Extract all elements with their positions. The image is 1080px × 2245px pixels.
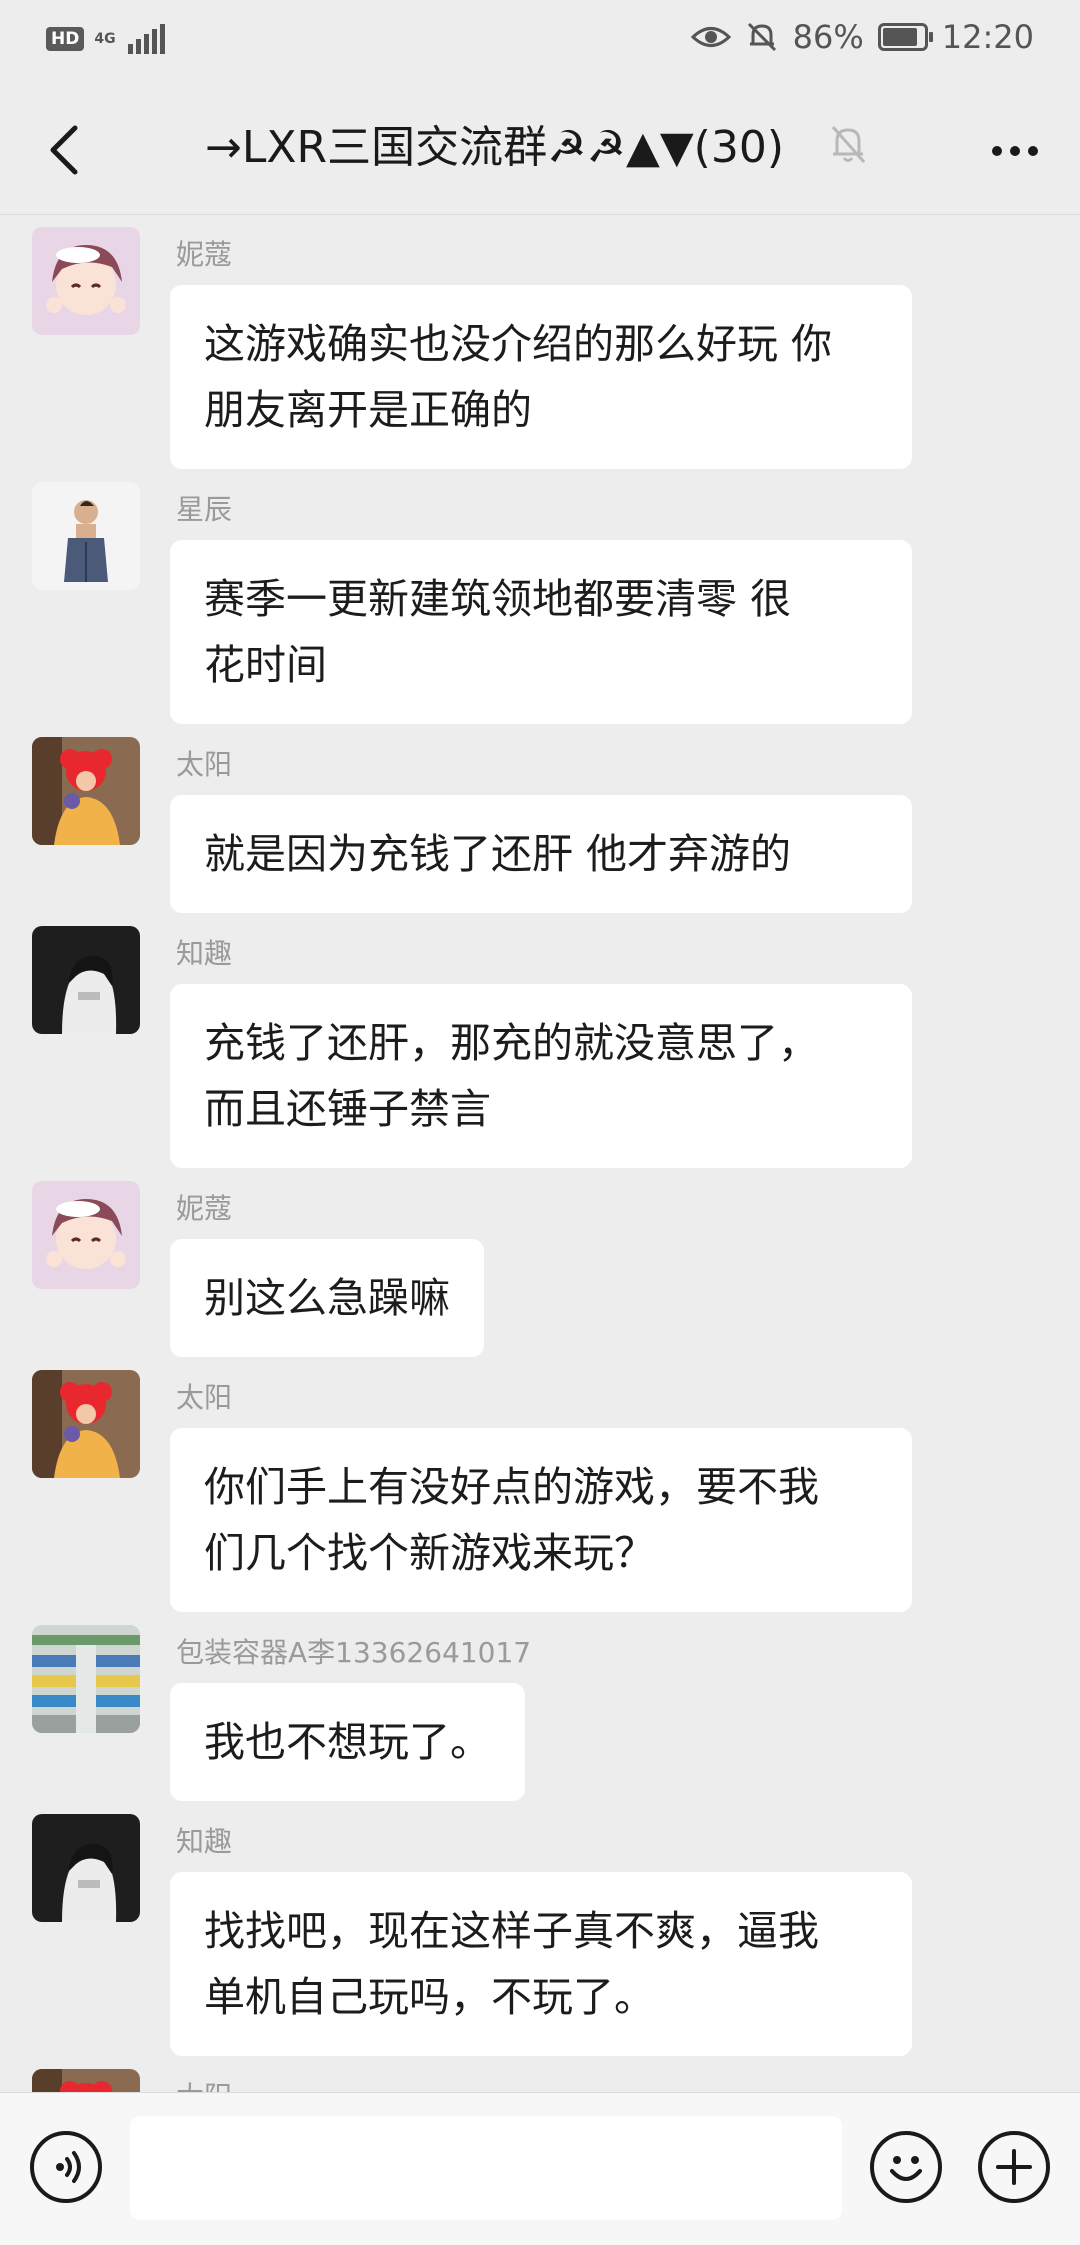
voice-icon [56, 2151, 81, 2183]
mute-notification-icon [747, 22, 776, 52]
more-functions-button[interactable] [978, 2131, 1050, 2203]
voice-button[interactable] [30, 2131, 102, 2203]
red-hair-avatar-icon [32, 737, 140, 845]
sender-name: 包装容器A李13362641017 [176, 1636, 532, 1669]
avatar[interactable] [32, 926, 140, 1034]
child-photo-avatar-icon [32, 482, 140, 590]
sender-name: 妮蔻 [176, 238, 233, 271]
battery-percent: 86% [792, 18, 864, 56]
status-bar: HD 4G 86% 12:20 [0, 0, 1080, 86]
avatar[interactable] [32, 1181, 140, 1289]
message-line: 赛季一更新建筑领地都要清零 很 [204, 575, 792, 623]
message-bubble[interactable]: 这游戏确实也没介绍的那么好玩 你 朋友离开是正确的 [170, 285, 912, 469]
more-options-button[interactable] [980, 116, 1050, 186]
message-bubble[interactable]: 你们手上有没好点的游戏，要不我 们几个找个新游戏来玩？ [170, 1428, 912, 1612]
message-line: 别这么急躁嘛 [204, 1274, 450, 1322]
message-bubble[interactable]: 赛季一更新建筑领地都要清零 很 花时间 [170, 540, 912, 724]
dark-photo-avatar-icon [32, 1814, 140, 1922]
sender-name: 星辰 [176, 493, 233, 526]
input-bar [0, 2092, 1080, 2245]
avatar[interactable] [32, 1814, 140, 1922]
anime-girl-avatar-icon [32, 1181, 140, 1289]
message-line: 找找吧，现在这样子真不爽，逼我 [204, 1907, 819, 1955]
sender-name: 太阳 [176, 748, 233, 781]
red-hair-avatar-icon [32, 1370, 140, 1478]
avatar[interactable] [32, 227, 140, 335]
chat-header: →LXR三国交流群☭☭▲▼(30) [0, 86, 1080, 214]
avatar[interactable] [32, 1370, 140, 1478]
message-line: 就是因为充钱了还肝 他才弃游的 [204, 830, 792, 878]
eye-icon [690, 27, 731, 47]
red-hair-avatar-icon [32, 2069, 140, 2092]
message-bubble[interactable]: 我也不想玩了。 [170, 1683, 525, 1801]
message-line: 这游戏确实也没介绍的那么好玩 你 [204, 320, 833, 368]
message-bubble[interactable]: 充钱了还肝，那充的就没意思了， 而且还锤子禁言 [170, 984, 912, 1168]
back-button[interactable] [30, 110, 100, 190]
mute-status [828, 122, 878, 178]
avatar[interactable] [32, 737, 140, 845]
muted-bell-icon [831, 126, 866, 163]
message-line: 们几个找个新游戏来玩？ [204, 1529, 655, 1577]
message-line: 而且还锤子禁言 [204, 1085, 491, 1133]
sender-name: 太阳 [176, 2075, 232, 2092]
battery-level [882, 28, 917, 46]
dark-photo-avatar-icon [32, 926, 140, 1034]
more-dots-icon [992, 146, 1002, 156]
warehouse-photo-avatar-icon [32, 1625, 140, 1733]
message-line: 朋友离开是正确的 [204, 386, 532, 434]
sender-name: 妮蔻 [176, 1192, 233, 1225]
sender-name: 太阳 [176, 1381, 233, 1414]
plus-icon [996, 2149, 1032, 2185]
message-input[interactable] [130, 2116, 842, 2220]
signal-icon [127, 24, 165, 54]
anime-girl-avatar-icon [32, 227, 140, 335]
message-line: 单机自己玩吗，不玩了。 [204, 1973, 655, 2021]
back-arrow-icon [50, 125, 78, 175]
avatar[interactable] [32, 482, 140, 590]
message-line: 花时间 [204, 641, 327, 689]
message-line: 充钱了还肝，那充的就没意思了， [204, 1019, 819, 1067]
avatar[interactable] [32, 1625, 140, 1733]
message-bubble[interactable]: 就是因为充钱了还肝 他才弃游的 [170, 795, 912, 913]
sender-name: 知趣 [176, 1825, 233, 1858]
chat-title: →LXR三国交流群☭☭▲▼(30) [205, 122, 784, 173]
message-line: 你们手上有没好点的游戏，要不我 [204, 1463, 819, 1511]
message-bubble[interactable]: 别这么急躁嘛 [170, 1239, 484, 1357]
sender-name: 知趣 [176, 937, 233, 970]
hd-badge: HD [46, 27, 85, 51]
emoji-icon [890, 2156, 922, 2181]
avatar[interactable] [32, 2069, 140, 2092]
emoji-button[interactable] [870, 2131, 942, 2203]
battery-icon [877, 23, 933, 51]
message-bubble[interactable]: 找找吧，现在这样子真不爽，逼我 单机自己玩吗，不玩了。 [170, 1872, 912, 2056]
network-type: 4G [94, 31, 116, 47]
message-line: 我也不想玩了。 [204, 1718, 491, 1766]
clock: 12:20 [941, 18, 1034, 56]
message-list[interactable]: 妮蔻 这游戏确实也没介绍的那么好玩 你 朋友离开是正确的 星辰 赛季一更新建筑领… [0, 215, 1080, 2092]
